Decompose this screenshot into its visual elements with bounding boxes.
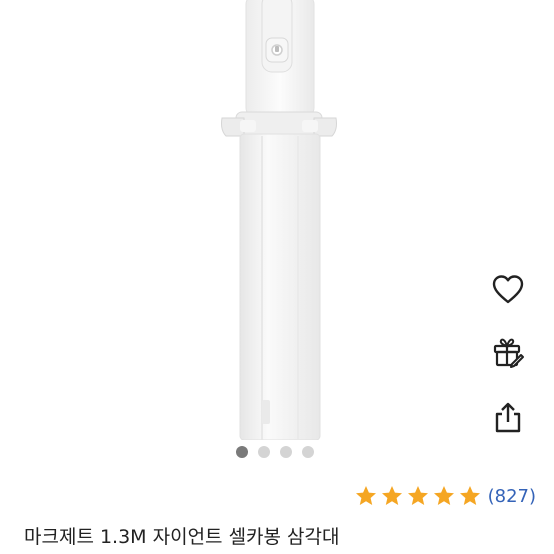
product-image[interactable]	[0, 0, 554, 441]
star-icon	[459, 486, 480, 505]
star-icon	[407, 486, 428, 505]
review-count-link[interactable]: (827)	[488, 486, 536, 507]
heart-icon	[492, 275, 524, 304]
gallery-dot[interactable]	[280, 446, 292, 458]
product-title: 마크제트 1.3M 자이언트 셀카봉 삼각대	[24, 526, 340, 548]
gift-button[interactable]	[484, 328, 532, 376]
share-icon	[495, 402, 521, 433]
star-icon	[433, 486, 454, 505]
gallery-dot[interactable]	[258, 446, 270, 458]
share-button[interactable]	[484, 394, 532, 442]
gallery-dot[interactable]	[236, 446, 248, 458]
gift-icon	[493, 338, 524, 368]
rating-summary[interactable]: (827)	[354, 484, 536, 508]
gallery-dot[interactable]	[302, 446, 314, 458]
selfie-stick-tripod-image	[221, 0, 337, 441]
gallery-pagination	[236, 446, 314, 458]
star-icon	[355, 486, 376, 505]
star-icon	[381, 486, 402, 505]
wishlist-button[interactable]	[484, 266, 532, 314]
